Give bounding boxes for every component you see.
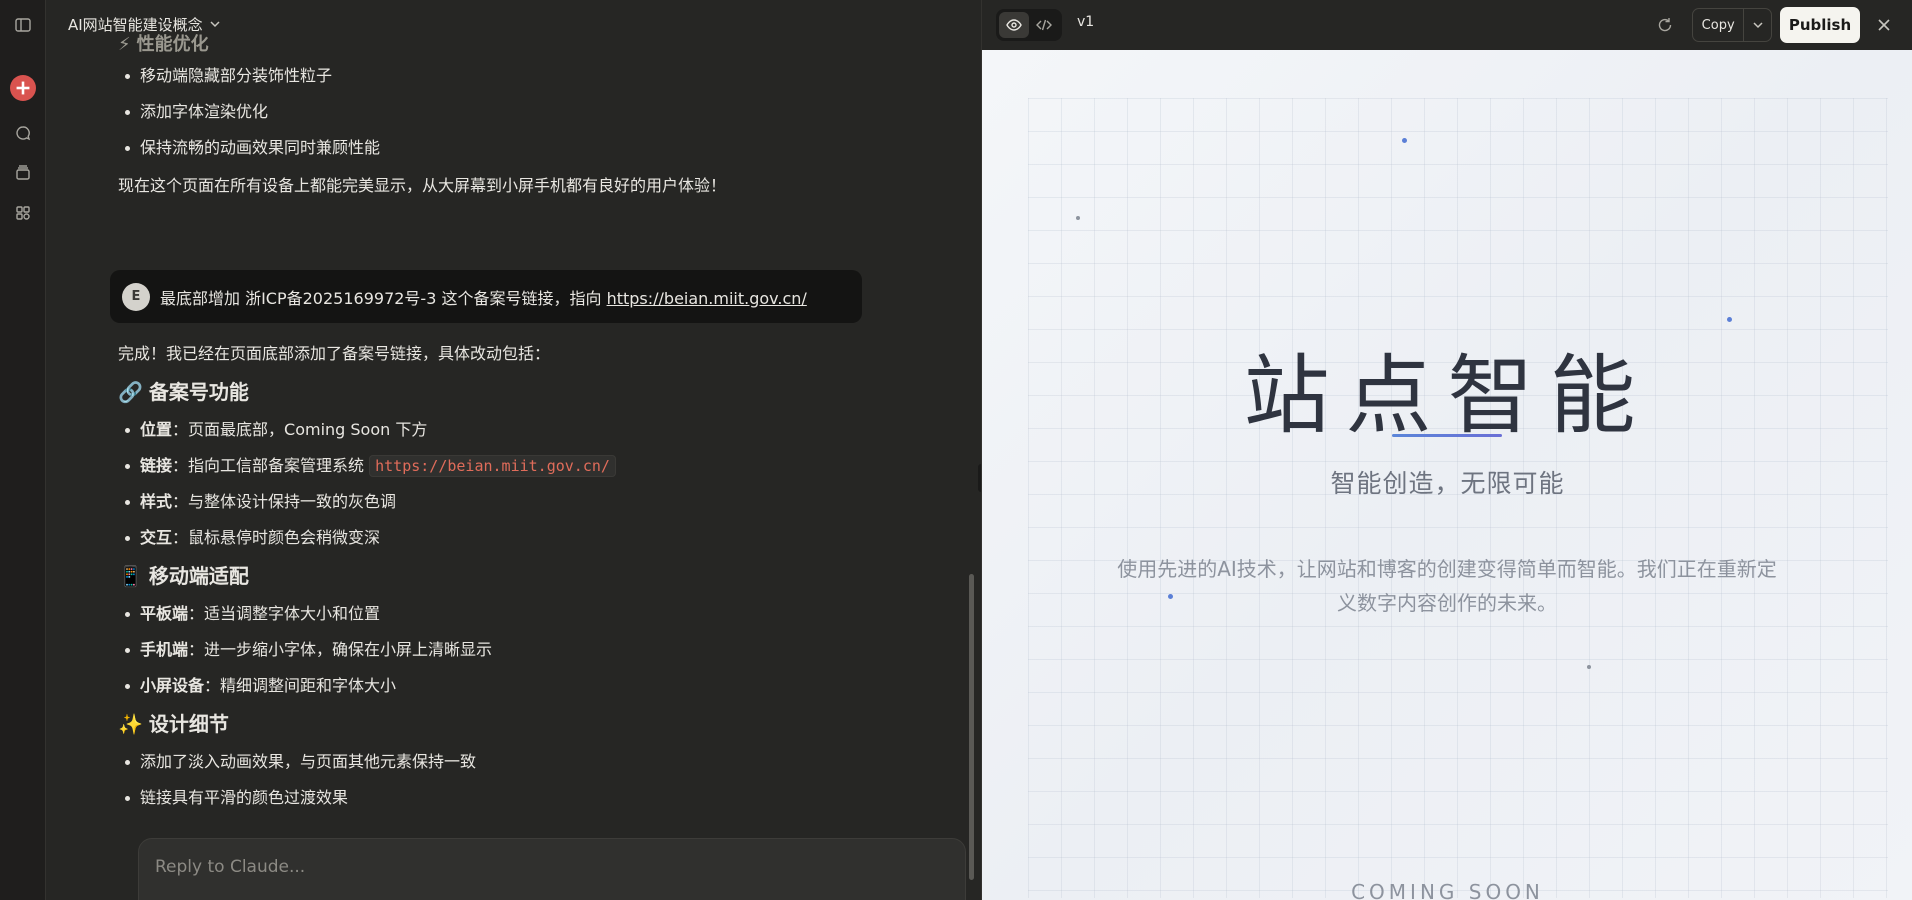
conversation-title: AI网站智能建设概念	[68, 15, 203, 34]
partial-heading: ⚡ 性能优化	[118, 34, 209, 55]
inline-code: https://beian.miit.gov.cn/	[369, 455, 616, 477]
plus-icon	[10, 75, 36, 101]
eye-icon	[1006, 19, 1022, 31]
hero-underline	[1392, 434, 1502, 437]
artifacts-icon[interactable]	[8, 198, 38, 228]
new-chat-button[interactable]	[8, 73, 38, 103]
hero-subtitle: 智能创造，无限可能	[1330, 469, 1565, 498]
refresh-icon	[1658, 18, 1672, 32]
copy-button[interactable]: Copy	[1693, 9, 1745, 41]
reply-intro: 完成！我已经在页面底部添加了备案号链接，具体改动包括：	[118, 344, 551, 363]
publish-button[interactable]: Publish	[1780, 7, 1860, 43]
list-item: 移动端隐藏部分装饰性粒子	[118, 58, 908, 94]
version-label[interactable]: v1	[1077, 14, 1094, 30]
particle	[1727, 317, 1732, 322]
artifact-panel: v1 Copy Publish 站点智能 智能创造，无限可能 使用先进的AI技术…	[981, 0, 1912, 900]
list-item: 保持流畅的动画效果同时兼顾性能	[118, 130, 908, 166]
projects-icon[interactable]	[8, 158, 38, 188]
sparkles-icon: ✨	[118, 712, 143, 736]
assistant-message-1: ⚡ 性能优化 移动端隐藏部分装饰性粒子 添加字体渲染优化 保持流畅的动画效果同时…	[118, 34, 908, 204]
list-item: 交互：鼠标悬停时颜色会稍微变深	[118, 520, 908, 556]
artifact-toolbar: v1 Copy Publish	[982, 0, 1912, 50]
code-icon	[1036, 19, 1052, 31]
close-button[interactable]	[1871, 12, 1897, 38]
particle	[1076, 216, 1080, 220]
hero-title: 站点智能	[1243, 346, 1652, 446]
list-item: 位置：页面最底部，Coming Soon 下方	[118, 412, 908, 448]
code-tab[interactable]	[1029, 12, 1059, 38]
conversation-title-button[interactable]: AI网站智能建设概念	[68, 12, 221, 36]
particle	[1587, 665, 1591, 669]
reply-placeholder: Reply to Claude...	[155, 857, 306, 877]
artifact-preview: 站点智能 智能创造，无限可能 使用先进的AI技术，让网站和博客的创建变得简单而智…	[982, 50, 1912, 900]
refresh-button[interactable]	[1652, 12, 1678, 38]
list-item: 添加了淡入动画效果，与页面其他元素保持一致	[118, 744, 908, 780]
preview-tab[interactable]	[999, 12, 1029, 38]
chat-panel: AI网站智能建设概念 ⚡ 性能优化 移动端隐藏部分装饰性粒子 添加字体渲染优化 …	[46, 0, 981, 900]
close-icon	[1878, 19, 1890, 31]
assistant-message-2: 完成！我已经在页面底部添加了备案号链接，具体改动包括： 🔗 备案号功能 位置：页…	[118, 336, 908, 816]
chat-scrollbar[interactable]	[969, 574, 974, 880]
lightning-icon: ⚡	[118, 34, 131, 55]
avatar: E	[122, 282, 150, 311]
view-toggle	[996, 9, 1062, 41]
chats-icon[interactable]	[8, 118, 38, 148]
reply-input[interactable]: Reply to Claude...	[138, 838, 966, 900]
particle	[1402, 138, 1407, 143]
beian-list: 位置：页面最底部，Coming Soon 下方 链接：指向工信部备案管理系统 h…	[118, 412, 908, 556]
list-item: 平板端：适当调整字体大小和位置	[118, 596, 908, 632]
sidebar-toggle-icon[interactable]	[8, 10, 38, 40]
link-icon: 🔗	[118, 380, 143, 404]
icon-rail	[0, 0, 46, 900]
user-message: E 最底部增加 浙ICP备2025169972号-3 这个备案号链接，指向 ht…	[110, 270, 862, 323]
list-item: 样式：与整体设计保持一致的灰色调	[118, 484, 908, 520]
perf-list: 移动端隐藏部分装饰性粒子 添加字体渲染优化 保持流畅的动画效果同时兼顾性能	[118, 58, 908, 166]
list-item: 小屏设备：精细调整间距和字体大小	[118, 668, 908, 704]
section-heading-design: ✨ 设计细节	[118, 704, 908, 744]
coming-soon-text: COMING SOON	[1351, 880, 1544, 900]
chevron-down-icon	[1753, 22, 1763, 29]
section-heading-mobile: 📱 移动端适配	[118, 556, 908, 596]
mobile-phone-icon: 📱	[118, 564, 143, 588]
list-item: 添加字体渲染优化	[118, 94, 908, 130]
chevron-down-icon	[210, 21, 220, 28]
section-heading-beian: 🔗 备案号功能	[118, 372, 908, 412]
list-item: 链接具有平滑的颜色过渡效果	[118, 780, 908, 816]
copy-button-group: Copy	[1692, 8, 1772, 42]
copy-options-button[interactable]	[1744, 9, 1771, 41]
design-list: 添加了淡入动画效果，与页面其他元素保持一致 链接具有平滑的颜色过渡效果	[118, 744, 908, 816]
user-message-text: 最底部增加 浙ICP备2025169972号-3 这个备案号链接，指向 http…	[160, 288, 807, 308]
beian-link[interactable]: https://beian.miit.gov.cn/	[607, 289, 807, 308]
summary-text: 现在这个页面在所有设备上都能完美显示，从大屏幕到小屏手机都有良好的用户体验！	[118, 176, 727, 195]
list-item: 手机端：进一步缩小字体，确保在小屏上清晰显示	[118, 632, 908, 668]
list-item: 链接：指向工信部备案管理系统 https://beian.miit.gov.cn…	[118, 448, 908, 484]
mobile-list: 平板端：适当调整字体大小和位置 手机端：进一步缩小字体，确保在小屏上清晰显示 小…	[118, 596, 908, 704]
hero-description: 使用先进的AI技术，让网站和博客的创建变得简单而智能。我们正在重新定义数字内容创…	[1117, 557, 1777, 615]
